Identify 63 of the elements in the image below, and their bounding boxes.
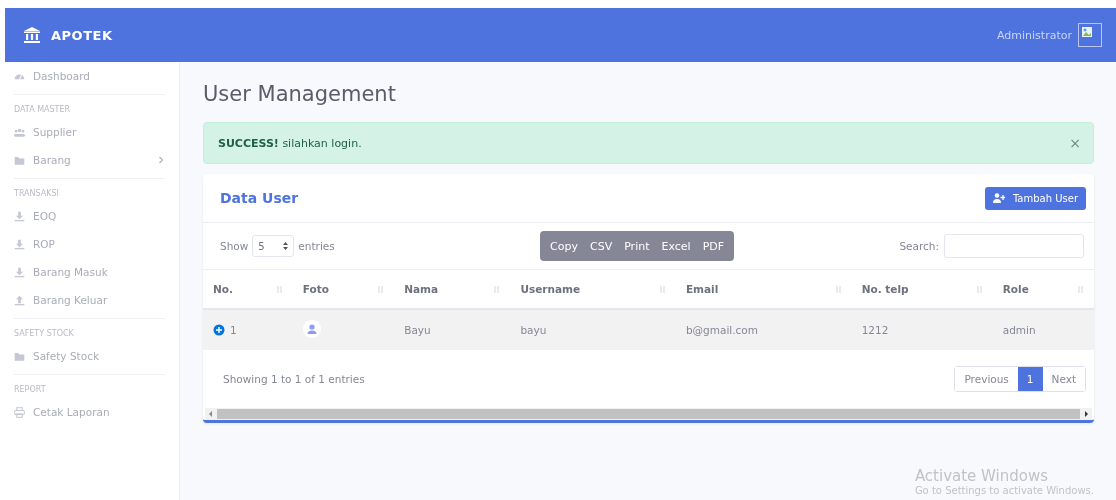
expand-icon[interactable] <box>213 324 225 336</box>
column-header[interactable]: Email <box>685 283 719 295</box>
bank-icon <box>23 26 41 44</box>
export-button[interactable]: PDF <box>696 239 731 253</box>
table-info: Showing 1 to 1 of 1 entries <box>223 373 365 385</box>
activation-title: Activate Windows <box>914 467 1050 485</box>
sidebar-heading: TRANSAKSI <box>14 188 60 200</box>
length-label: entries <box>298 240 335 252</box>
broken-image-icon[interactable] <box>1078 23 1102 47</box>
sidebar-item[interactable]: EOQ <box>14 202 165 230</box>
sidebar-item[interactable]: Barang Keluar <box>14 286 165 314</box>
sidebar-item[interactable]: Barang <box>14 146 165 174</box>
column-header[interactable]: No. telp <box>861 283 909 295</box>
export-button[interactable]: Excel <box>655 239 697 253</box>
table-cell: bayu <box>520 324 547 336</box>
alert-message: SUCCESS! silahkan login. <box>218 136 362 150</box>
users-icon <box>14 126 25 138</box>
column-header[interactable]: Nama <box>404 283 439 295</box>
sidebar-item[interactable]: Dashboard <box>14 62 165 90</box>
close-button[interactable]: × <box>1069 135 1081 151</box>
horizontal-scrollbar[interactable] <box>205 408 1092 420</box>
scroll-left-icon[interactable] <box>207 410 215 418</box>
pagination-button[interactable]: 1 <box>1017 367 1043 391</box>
length-label: Show <box>220 240 249 252</box>
download-icon <box>14 238 25 250</box>
page-title: User Management <box>203 82 397 106</box>
folder-icon <box>14 350 25 362</box>
search-field[interactable] <box>944 234 1084 258</box>
table-cell: Bayu <box>404 324 431 336</box>
column-header[interactable]: Username <box>520 283 581 295</box>
sidebar-heading: SAFETY STOCK <box>14 328 75 340</box>
table-cell: 1 <box>230 324 237 336</box>
table-cell: 1212 <box>861 324 889 336</box>
upload-icon <box>14 294 25 306</box>
search-label: Search: <box>899 240 939 252</box>
add-user-icon <box>992 193 1005 203</box>
download-icon <box>14 266 25 278</box>
table-cell: b@gmail.com <box>685 324 758 336</box>
sidebar-heading: DATA MASTER <box>14 104 72 116</box>
select-arrows-icon <box>283 242 289 250</box>
download-icon <box>14 210 25 222</box>
brand-name[interactable]: APOTEK <box>51 27 113 43</box>
printer-icon <box>14 406 25 418</box>
export-button[interactable]: Print <box>618 239 656 253</box>
card-title: Data User <box>220 190 299 206</box>
avatar-icon <box>302 320 321 338</box>
add-user-button[interactable]: Tambah User <box>984 186 1086 210</box>
page-length-select[interactable]: 5 <box>252 235 295 257</box>
sidebar-item[interactable]: ROP <box>14 230 165 258</box>
column-header[interactable]: No. <box>213 283 233 295</box>
column-header[interactable]: Foto <box>302 283 329 295</box>
sidebar-heading: REPORT <box>14 384 47 396</box>
export-button[interactable]: CSV <box>583 239 619 253</box>
column-header[interactable]: Role <box>1002 283 1029 295</box>
sidebar-item[interactable]: Safety Stock <box>14 342 165 370</box>
table-cell: admin <box>1002 324 1036 336</box>
folder-icon <box>14 154 25 166</box>
sidebar-item[interactable]: Supplier <box>14 118 165 146</box>
export-button[interactable]: Copy <box>544 239 584 253</box>
user-name[interactable]: Administrator <box>997 28 1072 42</box>
sidebar-item[interactable]: Barang Masuk <box>14 258 165 286</box>
sidebar-item[interactable]: Cetak Laporan <box>14 398 165 426</box>
scroll-right-icon[interactable] <box>1082 410 1090 418</box>
